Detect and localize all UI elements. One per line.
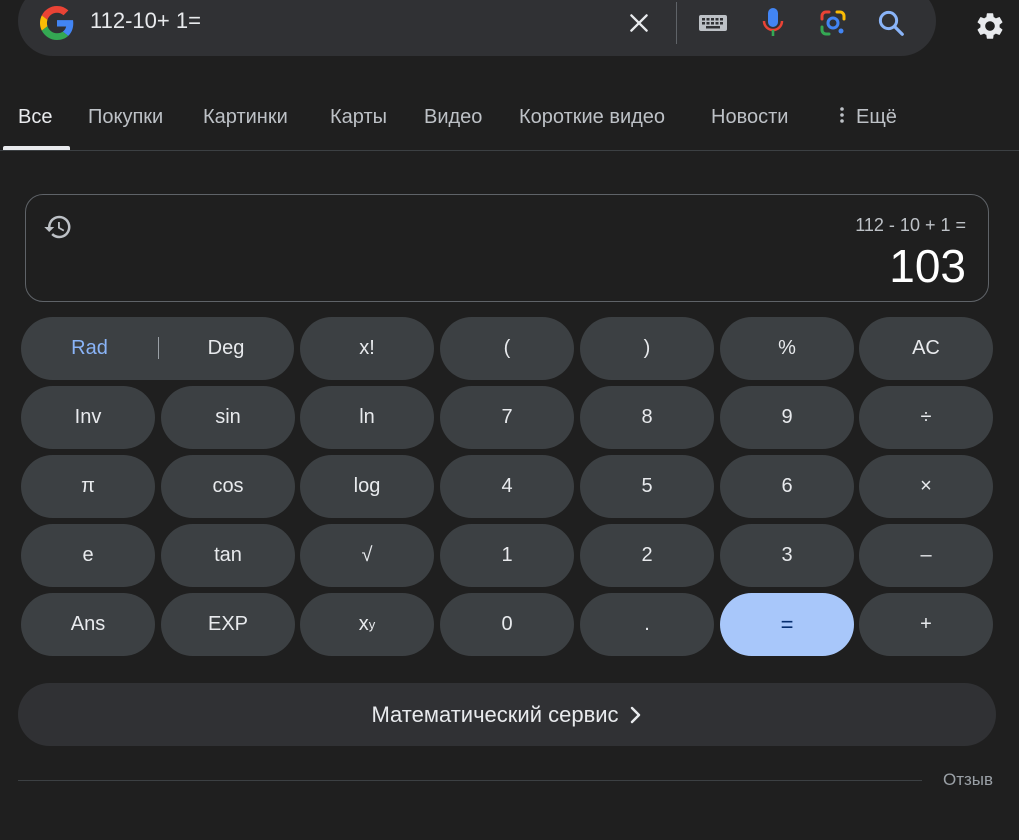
- rad-deg-toggle[interactable]: Rad Deg: [21, 317, 294, 380]
- calculator-expression: 112 - 10 + 1 =: [855, 215, 966, 235]
- factorial-button[interactable]: x!: [300, 317, 434, 380]
- digit-5-button[interactable]: 5: [580, 455, 714, 518]
- chevron-right-icon: [629, 705, 643, 725]
- tab-maps[interactable]: Карты: [330, 106, 387, 129]
- log-button[interactable]: log: [300, 455, 434, 518]
- open-paren-button[interactable]: (: [440, 317, 574, 380]
- feedback-link[interactable]: Отзыв: [943, 770, 993, 790]
- inverse-button[interactable]: Inv: [21, 386, 155, 449]
- minus-button[interactable]: –: [859, 524, 993, 587]
- tab-short-videos[interactable]: Короткие видео: [519, 106, 665, 129]
- tab-more-label: Ещё: [856, 106, 897, 128]
- tab-news[interactable]: Новости: [711, 106, 788, 129]
- decimal-point-button[interactable]: .: [580, 593, 714, 656]
- digit-7-button[interactable]: 7: [440, 386, 574, 449]
- google-logo-icon: [40, 6, 74, 40]
- footer-divider: [18, 780, 922, 781]
- search-bar[interactable]: 112-10+ 1=: [18, 0, 936, 56]
- percent-button[interactable]: %: [720, 317, 854, 380]
- tan-button[interactable]: tan: [161, 524, 295, 587]
- search-divider: [676, 2, 677, 44]
- close-paren-button[interactable]: ): [580, 317, 714, 380]
- digit-2-button[interactable]: 2: [580, 524, 714, 587]
- power-button[interactable]: xy: [300, 593, 434, 656]
- active-tab-indicator: [3, 146, 70, 150]
- close-icon[interactable]: [620, 4, 658, 42]
- power-exponent: y: [368, 617, 376, 632]
- search-icon[interactable]: [872, 4, 910, 42]
- calculator-result: 103: [889, 240, 966, 292]
- sqrt-button[interactable]: √: [300, 524, 434, 587]
- tab-all[interactable]: Все: [18, 106, 52, 129]
- search-input[interactable]: 112-10+ 1=: [90, 8, 201, 34]
- calculator-display: 112 - 10 + 1 = 103: [25, 194, 989, 302]
- math-service-button[interactable]: Математический сервис: [18, 683, 996, 746]
- e-button[interactable]: e: [21, 524, 155, 587]
- tab-more[interactable]: Ещё: [840, 106, 897, 129]
- tab-shopping[interactable]: Покупки: [88, 106, 163, 129]
- gear-icon[interactable]: [970, 6, 1010, 46]
- google-lens-icon[interactable]: [814, 4, 852, 42]
- search-tabs: Все Покупки Картинки Карты Видео Коротки…: [0, 96, 1019, 151]
- digit-3-button[interactable]: 3: [720, 524, 854, 587]
- plus-button[interactable]: +: [859, 593, 993, 656]
- sin-button[interactable]: sin: [161, 386, 295, 449]
- exp-button[interactable]: EXP: [161, 593, 295, 656]
- math-service-label: Математический сервис: [371, 701, 619, 727]
- rad-button[interactable]: Rad: [21, 337, 158, 360]
- ans-button[interactable]: Ans: [21, 593, 155, 656]
- digit-1-button[interactable]: 1: [440, 524, 574, 587]
- power-base: x: [358, 613, 369, 635]
- ln-button[interactable]: ln: [300, 386, 434, 449]
- deg-button[interactable]: Deg: [158, 337, 294, 360]
- digit-9-button[interactable]: 9: [720, 386, 854, 449]
- divide-button[interactable]: ÷: [859, 386, 993, 449]
- keyboard-icon[interactable]: [694, 4, 732, 42]
- more-vert-icon: [840, 106, 844, 129]
- digit-4-button[interactable]: 4: [440, 455, 574, 518]
- history-icon[interactable]: [42, 211, 74, 243]
- digit-0-button[interactable]: 0: [440, 593, 574, 656]
- microphone-icon[interactable]: [754, 4, 792, 42]
- cos-button[interactable]: cos: [161, 455, 295, 518]
- tab-videos[interactable]: Видео: [424, 106, 482, 129]
- pi-button[interactable]: π: [21, 455, 155, 518]
- multiply-button[interactable]: ×: [859, 455, 993, 518]
- digit-8-button[interactable]: 8: [580, 386, 714, 449]
- digit-6-button[interactable]: 6: [720, 455, 854, 518]
- tab-images[interactable]: Картинки: [203, 106, 288, 129]
- all-clear-button[interactable]: AC: [859, 317, 993, 380]
- equals-button[interactable]: =: [720, 593, 854, 656]
